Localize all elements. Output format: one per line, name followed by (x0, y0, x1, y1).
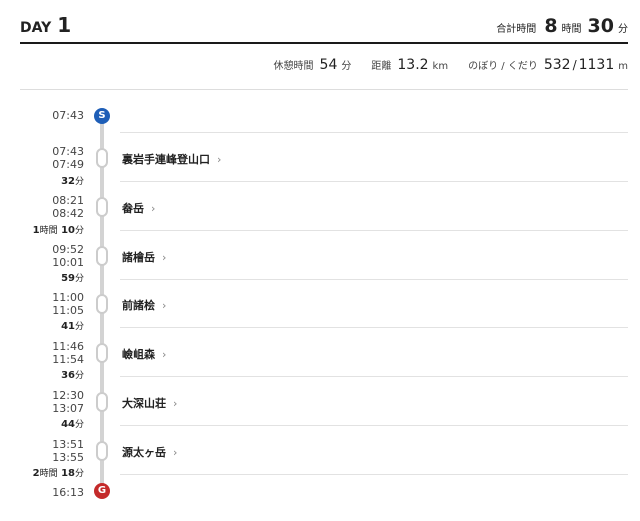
spot-node-icon (96, 441, 108, 461)
row-divider (120, 474, 628, 475)
chevron-right-icon: › (162, 299, 167, 312)
row-divider (120, 230, 628, 231)
spot-2-arrive: 08:21 (52, 194, 84, 207)
row-divider (120, 376, 628, 377)
row-divider (120, 181, 628, 182)
spot-name: 諸檜岳 (122, 251, 155, 264)
goal-time: 16:13 (52, 486, 84, 499)
spot-5-depart: 11:54 (52, 353, 84, 366)
spot-1-arrive: 07:43 (52, 145, 84, 158)
spot-3-arrive: 09:52 (52, 243, 84, 256)
segment-6-duration: 44分 (61, 419, 84, 430)
spot-link-2[interactable]: 畚岳 › (122, 200, 155, 216)
spot-7-depart: 13:55 (52, 451, 84, 464)
segment-4-duration: 41分 (61, 321, 84, 332)
spot-node-icon (96, 197, 108, 217)
segment-7-duration: 2時間 18分 (32, 468, 84, 479)
segment-3-duration: 59分 (61, 273, 84, 284)
chevron-right-icon: › (162, 251, 167, 264)
chevron-right-icon: › (173, 446, 178, 459)
row-divider (120, 425, 628, 426)
spot-name: 裏岩手連峰登山口 (122, 153, 210, 166)
spot-name: 嶮岨森 (122, 348, 155, 361)
spot-link-5[interactable]: 嶮岨森 › (122, 346, 166, 362)
spot-5-arrive: 11:46 (52, 340, 84, 353)
chevron-right-icon: › (217, 153, 222, 166)
spot-name: 源太ヶ岳 (122, 446, 166, 459)
spot-link-3[interactable]: 諸檜岳 › (122, 249, 166, 265)
spot-node-icon (96, 246, 108, 266)
spot-link-4[interactable]: 前諸桧 › (122, 297, 166, 313)
spot-4-depart: 11:05 (52, 304, 84, 317)
spot-node-icon (96, 343, 108, 363)
goal-marker-icon: G (94, 483, 110, 499)
spot-6-depart: 13:07 (52, 402, 84, 415)
spot-3-depart: 10:01 (52, 256, 84, 269)
spot-node-icon (96, 294, 108, 314)
spot-6-arrive: 12:30 (52, 389, 84, 402)
spot-name: 畚岳 (122, 202, 144, 215)
spot-link-6[interactable]: 大深山荘 › (122, 395, 177, 411)
spot-7-arrive: 13:51 (52, 438, 84, 451)
row-divider (120, 327, 628, 328)
start-time: 07:43 (52, 109, 84, 122)
spot-2-depart: 08:42 (52, 207, 84, 220)
chevron-right-icon: › (151, 202, 156, 215)
spot-node-icon (96, 392, 108, 412)
segment-2-duration: 1時間 10分 (32, 225, 84, 236)
spot-name: 前諸桧 (122, 299, 155, 312)
route-timeline: 07:43 S 07:43 07:49 裏岩手連峰登山口 › 32分 08:21 … (0, 0, 640, 521)
spot-4-arrive: 11:00 (52, 291, 84, 304)
spot-link-7[interactable]: 源太ヶ岳 › (122, 444, 177, 460)
spot-1-depart: 07:49 (52, 158, 84, 171)
chevron-right-icon: › (173, 397, 178, 410)
spot-link-1[interactable]: 裏岩手連峰登山口 › (122, 151, 221, 167)
row-divider (120, 279, 628, 280)
segment-5-duration: 36分 (61, 370, 84, 381)
chevron-right-icon: › (162, 348, 167, 361)
start-marker-icon: S (94, 108, 110, 124)
spot-name: 大深山荘 (122, 397, 166, 410)
spot-node-icon (96, 148, 108, 168)
segment-1-duration: 32分 (61, 176, 84, 187)
row-divider (120, 132, 628, 133)
